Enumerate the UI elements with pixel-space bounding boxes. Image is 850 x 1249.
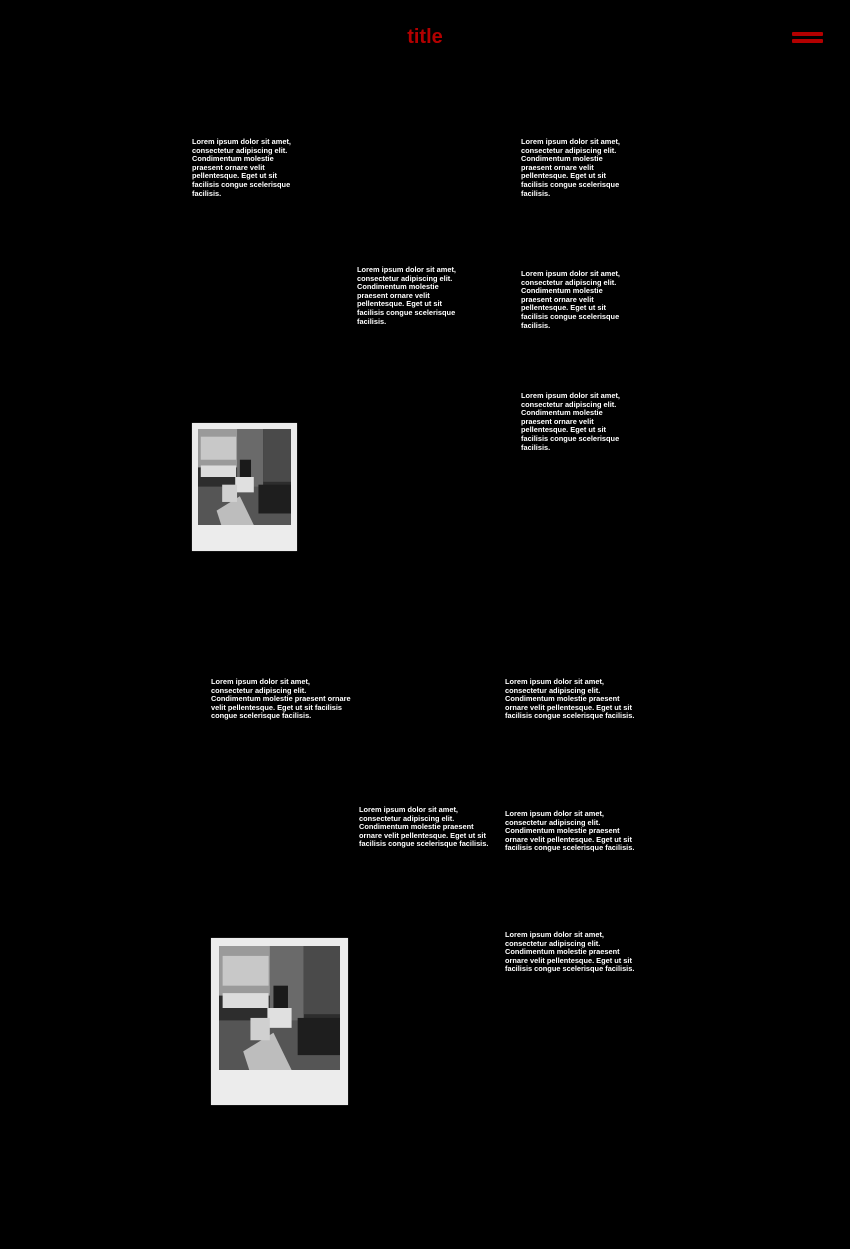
room-photo xyxy=(219,946,340,1070)
text-block: Lorem ipsum dolor sit amet, consectetur … xyxy=(211,677,351,721)
hamburger-menu-icon[interactable] xyxy=(792,31,824,45)
site-header: title xyxy=(0,0,850,80)
text-block: Lorem ipsum dolor sit amet, consectetur … xyxy=(359,805,489,849)
polaroid-photo[interactable] xyxy=(192,423,297,551)
text-block: Lorem ipsum dolor sit amet, consectetur … xyxy=(505,930,635,974)
text-block: Lorem ipsum dolor sit amet, consectetur … xyxy=(521,269,620,330)
site-title: title xyxy=(407,26,443,48)
menu-bar-bottom xyxy=(792,39,823,43)
text-block: Lorem ipsum dolor sit amet, consectetur … xyxy=(192,137,291,198)
room-photo xyxy=(198,429,291,525)
polaroid-photo[interactable] xyxy=(211,938,348,1105)
text-block: Lorem ipsum dolor sit amet, consectetur … xyxy=(505,677,635,721)
menu-bar-top xyxy=(792,32,823,36)
text-block: Lorem ipsum dolor sit amet, consectetur … xyxy=(357,265,456,326)
text-block: Lorem ipsum dolor sit amet, consectetur … xyxy=(521,391,620,452)
text-block: Lorem ipsum dolor sit amet, consectetur … xyxy=(521,137,620,198)
text-block: Lorem ipsum dolor sit amet, consectetur … xyxy=(505,809,635,853)
